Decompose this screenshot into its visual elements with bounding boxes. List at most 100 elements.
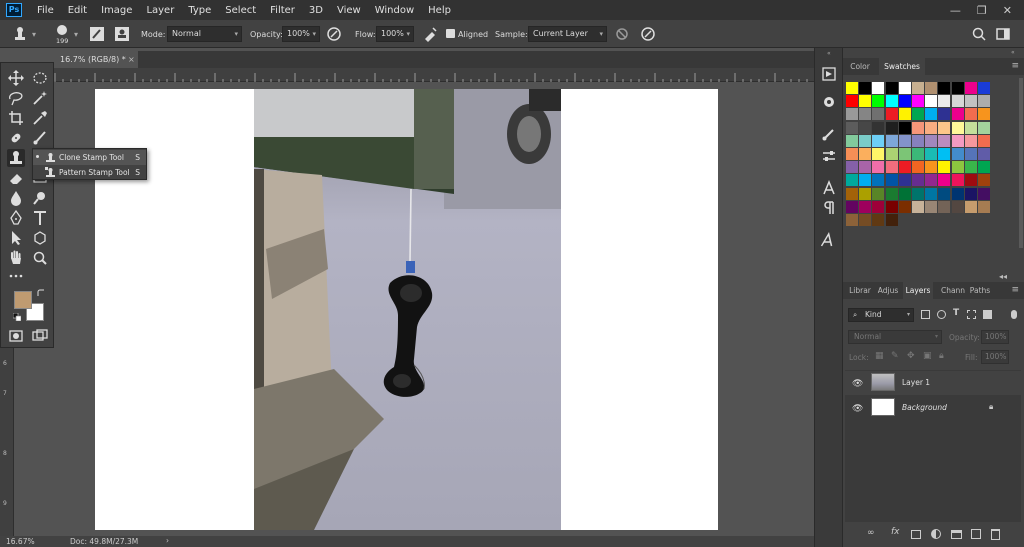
swatch-8-9[interactable]	[964, 187, 977, 200]
swatch-4-6[interactable]	[925, 134, 938, 147]
swatch-1-0[interactable]	[846, 95, 858, 108]
ellipse-marquee-tool[interactable]	[31, 69, 49, 87]
swatch-9-5[interactable]	[912, 200, 924, 213]
swatch-2-5[interactable]	[912, 108, 924, 121]
flyout-item-pattern-stamp[interactable]: Pattern Stamp Tool S	[33, 165, 146, 180]
swatch-10-2[interactable]	[872, 214, 885, 226]
screen-mode-button[interactable]	[31, 327, 49, 345]
tab-paths[interactable]: Paths	[967, 282, 993, 299]
brush-tool[interactable]	[31, 129, 49, 147]
swatch-3-1[interactable]	[859, 121, 872, 134]
swatch-9-2[interactable]	[872, 200, 885, 213]
flyout-item-clone-stamp[interactable]: Clone Stamp Tool S	[33, 150, 146, 165]
ignore-adjustment-layers-icon[interactable]	[614, 26, 630, 42]
menu-window[interactable]: Window	[368, 5, 421, 16]
swatch-2-8[interactable]	[951, 108, 964, 121]
swatch-6-10[interactable]	[978, 161, 990, 174]
swatch-1-4[interactable]	[898, 95, 911, 108]
menu-select[interactable]: Select	[218, 5, 263, 16]
lock-image-icon[interactable]: ✎	[891, 351, 899, 361]
brush-settings-icon[interactable]	[89, 26, 105, 42]
aligned-checkbox[interactable]	[446, 29, 455, 38]
swatch-5-10[interactable]	[978, 148, 990, 160]
tab-swatches[interactable]: Swatches	[879, 58, 925, 75]
layer-style-icon[interactable]: fx	[891, 527, 900, 537]
crop-tool[interactable]	[7, 109, 25, 127]
swatch-10-3[interactable]	[885, 214, 898, 226]
filter-shape-icon[interactable]	[967, 310, 976, 319]
swatch-3-7[interactable]	[938, 121, 951, 134]
move-tool[interactable]	[7, 69, 25, 87]
swatch-3-3[interactable]	[885, 121, 898, 134]
magic-wand-tool[interactable]	[31, 89, 49, 107]
swatch-1-3[interactable]	[885, 95, 898, 108]
swatch-5-1[interactable]	[859, 148, 872, 160]
status-menu-arrow-icon[interactable]: ›	[166, 536, 169, 545]
swatch-5-2[interactable]	[872, 148, 885, 160]
type-tool[interactable]	[31, 209, 49, 227]
swatch-9-7[interactable]	[938, 200, 951, 213]
swatch-6-7[interactable]	[938, 161, 951, 174]
swatch-10-1[interactable]	[859, 214, 872, 226]
brush-settings-panel-icon[interactable]	[821, 126, 837, 142]
foreground-color-chip[interactable]	[14, 291, 32, 309]
adjustments-panel-icon[interactable]	[821, 148, 837, 164]
swatch-9-0[interactable]	[846, 200, 858, 213]
swatch-5-0[interactable]	[846, 148, 858, 160]
swatch-6-2[interactable]	[872, 161, 885, 174]
swatch-4-10[interactable]	[978, 134, 990, 147]
pressure-opacity-icon[interactable]	[326, 26, 342, 42]
swatch-7-8[interactable]	[951, 174, 964, 187]
shape-tool[interactable]	[31, 229, 49, 247]
swatch-4-9[interactable]	[964, 134, 977, 147]
swatch-3-0[interactable]	[846, 121, 858, 134]
swatch-0-4[interactable]	[898, 82, 911, 94]
menu-help[interactable]: Help	[421, 5, 458, 16]
swatch-5-3[interactable]	[885, 148, 898, 160]
lock-all-icon[interactable]: 🔒︎	[939, 351, 944, 361]
clone-stamp-tool[interactable]	[7, 149, 25, 167]
swatch-0-7[interactable]	[938, 82, 951, 94]
swatch-3-5[interactable]	[912, 121, 924, 134]
paragraph-panel-icon[interactable]	[821, 200, 837, 216]
mode-select[interactable]: Normal ▾	[167, 26, 242, 42]
swatch-6-4[interactable]	[898, 161, 911, 174]
brush-caret-icon[interactable]: ▾	[74, 30, 78, 39]
swatch-2-3[interactable]	[885, 108, 898, 121]
restore-button[interactable]: ❐	[977, 4, 987, 17]
swatch-8-10[interactable]	[978, 187, 990, 200]
pen-tool[interactable]	[7, 209, 25, 227]
document-tab[interactable]: 16.7% (RGB/8) * ×	[54, 51, 138, 68]
swatch-1-10[interactable]	[978, 95, 990, 108]
fill-input[interactable]: 100%	[981, 350, 1009, 364]
swatch-7-6[interactable]	[925, 174, 938, 187]
swatch-2-4[interactable]	[898, 108, 911, 121]
swatch-9-10[interactable]	[978, 200, 990, 213]
swatch-10-0[interactable]	[846, 214, 858, 226]
swatch-8-5[interactable]	[912, 187, 924, 200]
swatches-scrollbar[interactable]	[1019, 78, 1023, 248]
quick-mask-button[interactable]	[7, 327, 25, 345]
character-panel-icon[interactable]	[821, 180, 837, 196]
swatch-6-1[interactable]	[859, 161, 872, 174]
filter-type-icon[interactable]: T	[953, 308, 959, 318]
swatch-1-6[interactable]	[925, 95, 938, 108]
visibility-eye-icon[interactable]: 👁︎	[852, 404, 863, 414]
opacity-input[interactable]: 100% ▾	[282, 26, 320, 42]
swatch-4-2[interactable]	[872, 134, 885, 147]
swatch-6-5[interactable]	[912, 161, 924, 174]
swatch-2-2[interactable]	[872, 108, 885, 121]
tab-libraries[interactable]: Librar	[847, 282, 873, 299]
swatch-0-0[interactable]	[846, 82, 858, 94]
sample-select[interactable]: Current Layer ▾	[528, 26, 607, 42]
swatch-8-2[interactable]	[872, 187, 885, 200]
workspace-icon[interactable]	[995, 26, 1011, 42]
minimize-button[interactable]: —	[950, 4, 961, 17]
visibility-eye-icon[interactable]: 👁︎	[852, 379, 863, 389]
swatch-7-9[interactable]	[964, 174, 977, 187]
default-colors-icon[interactable]	[13, 313, 21, 321]
close-tab-icon[interactable]: ×	[128, 51, 135, 68]
swatch-6-0[interactable]	[846, 161, 858, 174]
clone-stamp-preset-icon[interactable]	[12, 26, 28, 42]
menu-file[interactable]: File	[30, 5, 61, 16]
